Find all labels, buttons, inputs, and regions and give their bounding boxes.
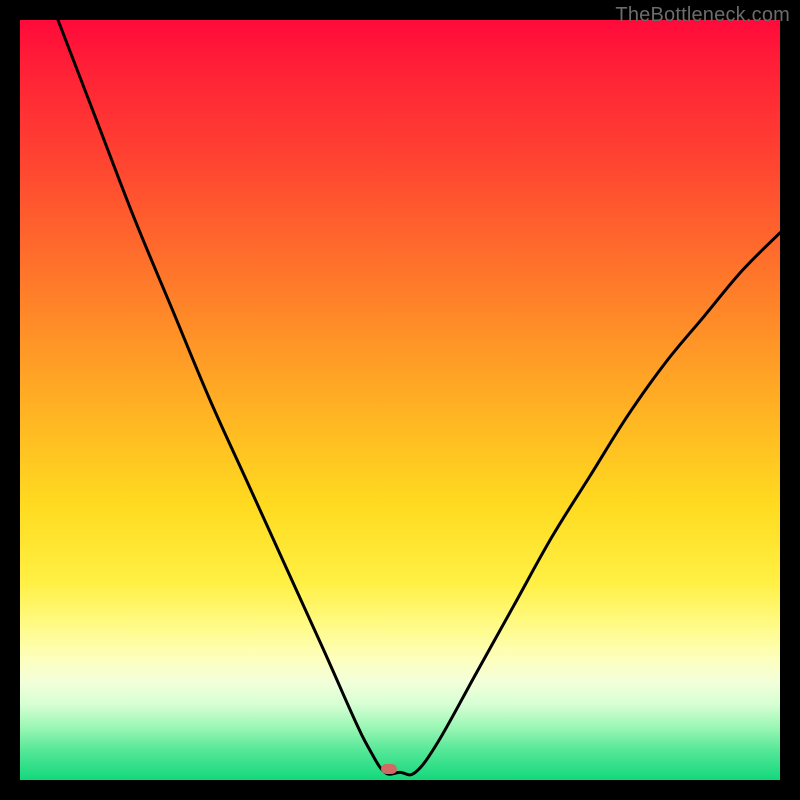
optimal-marker	[381, 764, 397, 774]
plot-area	[20, 20, 780, 780]
watermark-text: TheBottleneck.com	[615, 4, 790, 27]
chart-frame: TheBottleneck.com	[0, 0, 800, 800]
bottleneck-curve	[20, 20, 780, 780]
curve-path	[58, 20, 780, 775]
